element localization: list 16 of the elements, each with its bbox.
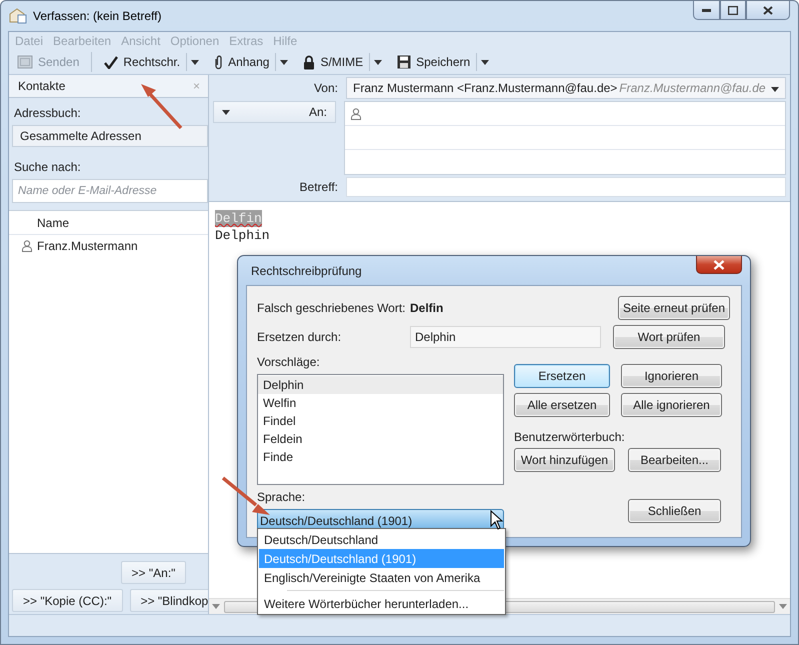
field-label: Sprache:: [257, 490, 306, 504]
misspelled-word: Delfin: [215, 210, 262, 227]
field-label: Suche nach:: [13, 160, 82, 174]
text-line: Delphin: [215, 227, 271, 244]
field-label: Betreff:: [298, 180, 338, 194]
field-label: Adressbuch:: [13, 106, 82, 120]
field-label: Vorschläge:: [257, 355, 321, 369]
dialog-title: Rechtschreibprüfung: [251, 264, 362, 278]
window-title: Verfassen: (kein Betreff): [33, 9, 162, 23]
sidebar-title: Kontakte: [18, 79, 66, 93]
field-label: Benutzerwörterbuch:: [514, 430, 626, 444]
misspelled-word: Delfin: [410, 301, 444, 315]
column-header: Name: [9, 211, 208, 235]
field-label: Von:: [312, 80, 338, 95]
field-label: Falsch geschriebenes Wort:: [257, 301, 407, 315]
field-label: Ersetzen durch:: [257, 330, 342, 344]
